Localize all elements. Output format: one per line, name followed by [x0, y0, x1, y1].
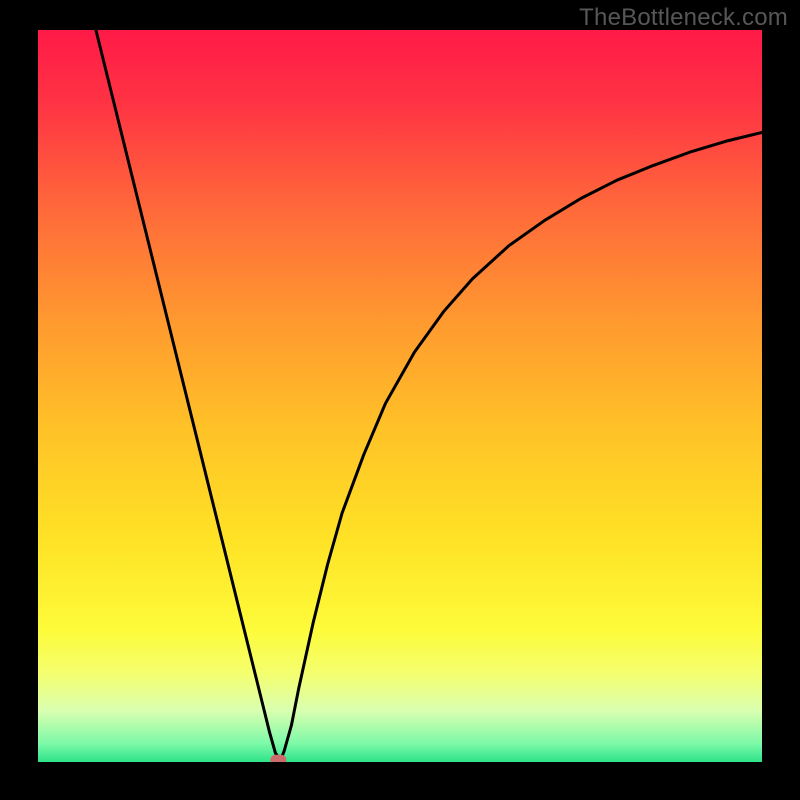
bottleneck-chart: [38, 30, 762, 762]
gradient-background: [38, 30, 762, 762]
plot-area: [38, 30, 762, 762]
minimum-marker: [270, 755, 286, 762]
watermark-text: TheBottleneck.com: [579, 4, 788, 32]
chart-frame: TheBottleneck.com: [0, 0, 800, 800]
